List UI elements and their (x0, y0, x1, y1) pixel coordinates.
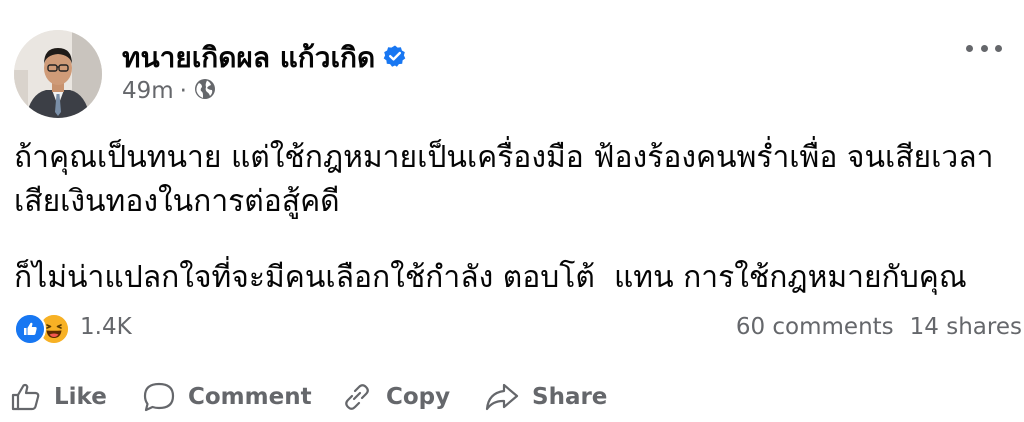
reaction-count: 1.4K (80, 314, 132, 340)
post-action-bar: Like Comment Copy Share (0, 374, 1024, 420)
more-dot (966, 44, 973, 52)
copy-button[interactable]: Copy (340, 380, 450, 414)
share-label: Share (532, 384, 608, 410)
link-chain-icon (345, 384, 369, 410)
meta-separator: · (179, 78, 187, 104)
post-text-line: ถ้าคุณเป็นทนาย แต่ใช้กฎหมายเป็นเครื่องมื… (14, 140, 994, 219)
comments-count-link[interactable]: 60 comments (736, 314, 894, 340)
like-reaction-icon (14, 313, 46, 345)
more-options-icon[interactable] (966, 40, 1002, 56)
post-text: ถ้าคุณเป็นทนาย แต่ใช้กฎหมายเป็นเครื่องมื… (14, 136, 1010, 300)
like-label: Like (54, 384, 107, 410)
copy-label: Copy (386, 384, 451, 410)
comment-label: Comment (188, 384, 312, 410)
more-dot (995, 44, 1002, 52)
comment-button[interactable]: Comment (142, 380, 312, 414)
thumbs-up-icon (11, 383, 40, 411)
reaction-icons (14, 312, 74, 345)
more-dot (980, 44, 988, 52)
comment-bubble-icon (143, 382, 175, 412)
like-button[interactable]: Like (10, 380, 107, 414)
post-meta: 49m · (122, 76, 216, 106)
engagement-stats: 60 comments 14 shares (736, 312, 1022, 342)
author-name-row: ทนายเกิดผล แก้วเกิด (122, 40, 407, 76)
post-paragraph: ถ้าคุณเป็นทนาย แต่ใช้กฎหมายเป็นเครื่องมื… (14, 136, 1010, 224)
author-name[interactable]: ทนายเกิดผล แก้วเกิด (122, 41, 375, 74)
share-arrow-icon (485, 383, 519, 411)
facebook-post: ทนายเกิดผล แก้วเกิด 49m · ถ้าคุณเป็นทนาย … (0, 0, 1024, 422)
globe-icon[interactable] (194, 78, 216, 100)
author-avatar[interactable] (14, 30, 102, 118)
avatar-photo (14, 30, 102, 118)
reactions-summary[interactable]: 1.4K (14, 312, 132, 345)
post-text-line: ก็ไม่น่าแปลกใจที่จะมีคนเลือกใช้กำลัง ตอบ… (14, 260, 967, 295)
post-time[interactable]: 49m (122, 78, 174, 104)
share-button[interactable]: Share (484, 380, 607, 414)
post-paragraph: ก็ไม่น่าแปลกใจที่จะมีคนเลือกใช้กำลัง ตอบ… (14, 256, 1010, 300)
shares-count-link[interactable]: 14 shares (910, 314, 1022, 340)
verified-badge-icon (383, 45, 406, 67)
